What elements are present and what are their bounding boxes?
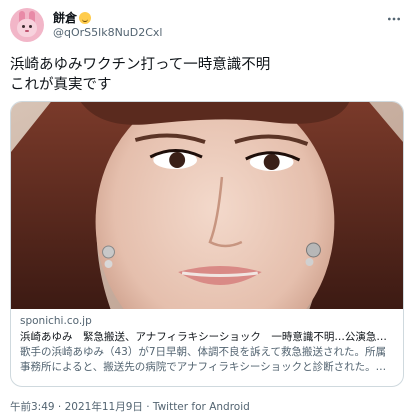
avatar-face [17,19,37,37]
card-image[interactable] [11,102,403,309]
tweet: 餅倉 @qOrS5lk8NuD2Cxl 浜崎あゆみワクチン打って一時意識不明 こ… [0,0,414,420]
tweet-header: 餅倉 @qOrS5lk8NuD2Cxl [10,8,404,42]
display-name-text[interactable]: 餅倉 [53,11,77,25]
tweet-text: 浜崎あゆみワクチン打って一時意識不明 これが真実です [10,57,271,93]
tweet-footer: 午前3:49 · 2021年11月9日 · Twitter for Androi… [10,399,250,414]
avatar-mouth [25,30,29,32]
more-options-button[interactable] [384,12,404,26]
card-domain: sponichi.co.jp [20,315,92,327]
separator-2: · [142,401,153,413]
avatar[interactable] [10,8,44,42]
user-handle[interactable]: @qOrS5lk8NuD2Cxl [53,26,162,40]
card-description: 歌手の浜崎あゆみ（43）が7日早朝、体調不良を訴えて救急搬送された。所属事務所に… [20,346,387,373]
tweet-source[interactable]: Twitter for Android [153,401,250,413]
more-horizontal-icon [388,17,400,21]
avatar-eye-right [29,25,32,28]
display-name[interactable]: 餅倉 [53,11,162,26]
separator: · [54,401,65,413]
tweet-time[interactable]: 午前3:49 [10,401,55,413]
grinning-face-emoji-icon [79,11,92,24]
card-body: sponichi.co.jp 浜崎あゆみ 緊急搬送、アナフィラキシーショック 一… [11,309,403,375]
tweet-date[interactable]: 2021年11月9日 [65,401,143,413]
link-card[interactable]: sponichi.co.jp 浜崎あゆみ 緊急搬送、アナフィラキシーショック 一… [10,101,404,387]
user-names: 餅倉 @qOrS5lk8NuD2Cxl [53,11,162,40]
card-title: 浜崎あゆみ 緊急搬送、アナフィラキシーショック 一時意識不明…公演急き… [20,331,394,343]
avatar-eye-left [22,25,25,28]
